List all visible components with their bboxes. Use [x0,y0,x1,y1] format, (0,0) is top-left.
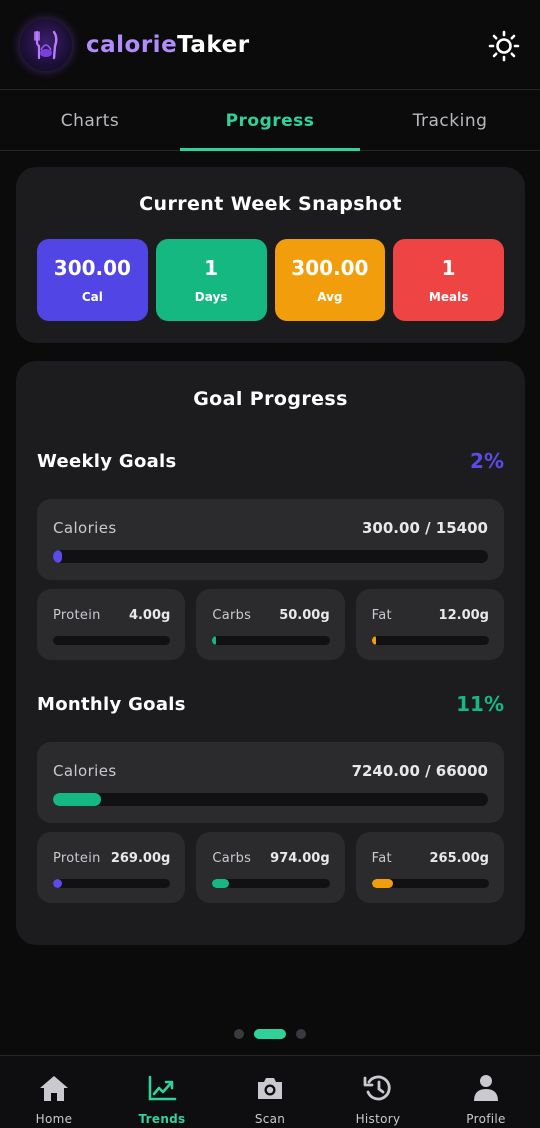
stat-label: Cal [81,290,103,304]
weekly-calories-progress-bar [53,550,488,563]
weekly-calories-value: 300.00 / 15400 [362,519,488,537]
monthly-goals-percent: 11% [456,692,504,716]
macro-progress-bar [53,636,171,645]
macro-name: Protein [53,851,101,866]
monthly-calories-box: Calories 7240.00 / 66000 [37,742,504,823]
weekly-calories-label: Calories [53,519,117,537]
macro-value: 12.00g [438,608,489,623]
nav-profile[interactable]: Profile [432,1056,540,1128]
person-icon [470,1073,502,1103]
sun-icon [488,30,520,62]
macro-value: 269.00g [110,851,171,866]
page-indicator [0,1029,540,1039]
stat-days: 1 Days [155,239,267,321]
stat-label: Avg [317,290,343,304]
macro-name: Fat [371,851,392,866]
macro-progress-bar [371,636,489,645]
bottom-nav: Home Trends Scan History Profile [0,1055,540,1128]
fork-knife-logo-icon [20,18,72,71]
stat-label: Meals [428,290,469,304]
macro-progress-fill [371,636,376,645]
monthly-carbs-box: Carbs 974.00g [196,832,345,903]
weekly-goals-percent: 2% [470,449,504,473]
page-dot-active[interactable] [254,1029,286,1039]
tab-progress[interactable]: Progress [180,91,360,151]
snapshot-stats: 300.00 Cal 1 Days 300.00 Avg 1 Meals [37,239,504,321]
app-header: calorieTaker [0,0,540,90]
nav-history-label: History [355,1112,401,1126]
weekly-goals-header: Weekly Goals 2% [37,449,504,473]
macro-value: 265.00g [429,851,489,866]
macro-name: Protein [53,608,101,623]
nav-history[interactable]: History [324,1056,432,1128]
nav-home[interactable]: Home [0,1056,108,1128]
monthly-calories-progress-fill [53,793,101,806]
stat-value: 1 [441,256,456,280]
goal-progress-card: Goal Progress Weekly Goals 2% Calories 3… [16,361,525,945]
snapshot-title: Current Week Snapshot [139,193,402,215]
macro-progress-bar [53,879,171,888]
macro-name: Fat [371,608,392,623]
macro-progress-fill [212,636,217,645]
tab-charts[interactable]: Charts [0,91,180,150]
app-title-part-1: calorie [86,31,178,58]
goal-progress-title: Goal Progress [193,388,348,410]
weekly-protein-box: Protein 4.00g [37,589,186,660]
stat-meals: 1 Meals [393,239,504,321]
monthly-fat-box: Fat 265.00g [355,832,504,903]
macro-progress-bar [212,636,330,645]
history-icon [362,1073,394,1103]
macro-name: Carbs [212,608,252,623]
nav-home-label: Home [35,1112,73,1126]
stat-label: Days [194,290,228,304]
home-icon [38,1073,70,1103]
macro-progress-fill [371,879,393,888]
macro-value: 4.00g [128,608,171,623]
trend-chart-icon [146,1073,178,1103]
week-snapshot-card: Current Week Snapshot 300.00 Cal 1 Days … [16,167,525,343]
theme-toggle-button[interactable] [488,30,520,62]
nav-trends[interactable]: Trends [108,1056,216,1128]
app-title: calorieTaker [86,32,250,58]
monthly-macros: Protein 269.00g Carbs 974.00g Fat 265.00… [37,832,504,903]
stat-calories: 300.00 Cal [37,239,148,321]
macro-progress-fill [53,879,63,888]
weekly-macros: Protein 4.00g Carbs 50.00g Fat 12.00g [37,589,504,660]
tab-tracking[interactable]: Tracking [360,91,540,150]
macro-progress-fill [212,879,229,888]
nav-profile-label: Profile [466,1112,506,1126]
monthly-calories-label: Calories [53,762,117,780]
weekly-carbs-box: Carbs 50.00g [196,589,345,660]
top-tabs: Charts Progress Tracking [0,91,540,151]
nav-scan[interactable]: Scan [216,1056,324,1128]
monthly-calories-progress-bar [53,793,488,806]
stat-value: 1 [204,256,219,280]
monthly-protein-box: Protein 269.00g [37,832,186,903]
macro-name: Carbs [212,851,252,866]
weekly-fat-box: Fat 12.00g [355,589,504,660]
macro-value: 974.00g [270,851,330,866]
page-dot[interactable] [234,1029,244,1039]
monthly-goals-header: Monthly Goals 11% [37,692,504,716]
app-title-part-2: Taker [177,31,250,58]
stat-average: 300.00 Avg [274,239,386,321]
monthly-goals-title: Monthly Goals [37,693,186,715]
weekly-goals-title: Weekly Goals [37,450,177,472]
page-dot[interactable] [296,1029,306,1039]
stat-value: 300.00 [53,256,131,280]
macro-value: 50.00g [279,608,330,623]
nav-scan-label: Scan [254,1112,286,1126]
macro-progress-bar [371,879,489,888]
camera-icon [254,1073,286,1103]
weekly-calories-progress-fill [53,550,62,563]
stat-value: 300.00 [291,256,369,280]
monthly-calories-value: 7240.00 / 66000 [351,762,488,780]
nav-trends-label: Trends [138,1112,186,1126]
weekly-calories-box: Calories 300.00 / 15400 [37,499,504,580]
macro-progress-bar [212,879,330,888]
